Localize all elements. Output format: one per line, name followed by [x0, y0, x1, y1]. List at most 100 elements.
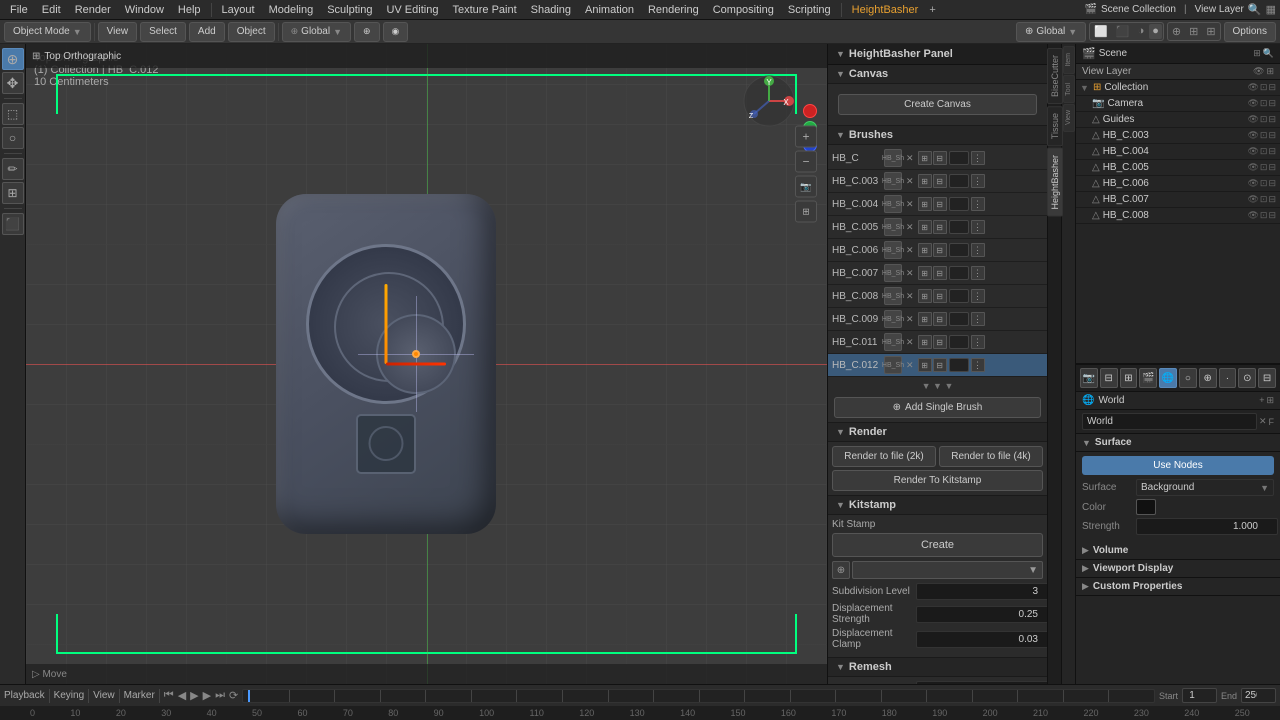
brush-link-4[interactable]: ⊟ — [933, 243, 947, 257]
brush-copy-2[interactable]: ⊞ — [918, 197, 932, 211]
remesh-section-header[interactable]: ▼ Remesh — [828, 658, 1047, 677]
sidebar-tab-tissue[interactable]: Tissue — [1047, 106, 1063, 146]
world-fake-user-icon[interactable]: F — [1269, 417, 1275, 427]
sidebar-tab-heightbasher[interactable]: HeightBasher — [1047, 148, 1063, 217]
render-4k-btn[interactable]: Render to file (4k) — [939, 446, 1043, 467]
brush-link-3[interactable]: ⊟ — [933, 220, 947, 234]
menu-help[interactable]: Help — [172, 2, 207, 18]
menu-window[interactable]: Window — [119, 2, 170, 18]
outliner-guides[interactable]: △ Guides 👁 ⊡ ⊟ — [1076, 112, 1280, 128]
prop-view-btn[interactable]: View — [1063, 104, 1075, 132]
prop-render-icon[interactable]: 📷 — [1080, 368, 1098, 388]
menu-file[interactable]: File — [4, 2, 34, 18]
prop-world-icon[interactable]: 🌐 — [1159, 368, 1177, 388]
kitstamp-section-header[interactable]: ▼ Kitstamp — [828, 496, 1047, 515]
brush-x-1[interactable]: ✕ — [904, 176, 916, 187]
timeline-bar[interactable] — [242, 689, 1155, 703]
brush-row-hbc005[interactable]: HB_C.005 HB_Sh ✕ ⊞ ⊟ ⋮ — [828, 216, 1047, 239]
kt-icon-1[interactable]: ⊕ — [832, 561, 850, 579]
brush-x-8[interactable]: ✕ — [904, 337, 916, 348]
brush-row-hbc004[interactable]: HB_C.004 HB_Sh ✕ ⊞ ⊟ ⋮ — [828, 193, 1047, 216]
outliner-filter-icon[interactable]: ⊞ — [1253, 48, 1261, 59]
prev-frame-btn[interactable]: ◀ — [178, 689, 186, 702]
menu-scripting[interactable]: Scripting — [782, 2, 837, 18]
brush-x-6[interactable]: ✕ — [904, 291, 916, 302]
orientation-selector[interactable]: ⊕ Global ▼ — [282, 22, 351, 42]
outliner-hbc004[interactable]: △ HB_C.004 👁 ⊡ ⊟ — [1076, 144, 1280, 160]
prop-modifier-icon[interactable]: ⊕ — [1199, 368, 1217, 388]
menu-compositing[interactable]: Compositing — [707, 2, 780, 18]
add-tab-btn[interactable]: + — [926, 4, 938, 16]
subdivision-value[interactable] — [916, 583, 1047, 600]
brush-row-hbc011[interactable]: HB_C.011 HB_Sh ✕ ⊞ ⊟ ⋮ — [828, 331, 1047, 354]
select-menu-btn[interactable]: Select — [140, 22, 186, 42]
sidebar-tab-bisecutter[interactable]: BiseCutter — [1047, 48, 1063, 104]
brush-menu-0[interactable]: ⋮ — [971, 151, 985, 165]
select-circle-tool[interactable]: ○ — [2, 127, 24, 149]
view-menu-btn[interactable]: View — [98, 22, 138, 42]
brush-value-2[interactable] — [949, 197, 969, 211]
outliner-hbc006[interactable]: △ HB_C.006 👁 ⊡ ⊟ — [1076, 176, 1280, 192]
vp-zoom-out-btn[interactable]: − — [795, 151, 817, 173]
canvas-section-header[interactable]: ▼ Canvas — [828, 65, 1047, 84]
brushes-section-header[interactable]: ▼ Brushes — [828, 126, 1047, 145]
prop-item-btn[interactable]: Item — [1063, 46, 1075, 74]
create-canvas-btn[interactable]: Create Canvas — [838, 94, 1037, 115]
add-menu-btn[interactable]: Add — [189, 22, 225, 42]
brush-value-8[interactable] — [949, 335, 969, 349]
custom-props-section-header[interactable]: ▶ Custom Properties — [1076, 578, 1280, 596]
brush-value-6[interactable] — [949, 289, 969, 303]
options-btn[interactable]: Options — [1224, 22, 1276, 42]
brush-x-3[interactable]: ✕ — [904, 222, 916, 233]
brush-copy-5[interactable]: ⊞ — [918, 266, 932, 280]
end-frame-input[interactable] — [1241, 688, 1276, 703]
mode-selector[interactable]: Object Mode ▼ — [4, 22, 91, 42]
solid-btn[interactable]: ⬛ — [1113, 24, 1133, 39]
brush-link-8[interactable]: ⊟ — [933, 335, 947, 349]
strength-input[interactable] — [1136, 518, 1278, 535]
col-eye[interactable]: 👁 — [1247, 82, 1258, 93]
brush-copy-6[interactable]: ⊞ — [918, 289, 932, 303]
prop-output-icon[interactable]: ⊟ — [1100, 368, 1118, 388]
outliner-camera[interactable]: 📷 Camera 👁 ⊡ ⊟ — [1076, 96, 1280, 112]
brush-link-5[interactable]: ⊟ — [933, 266, 947, 280]
overlay-btn[interactable]: ⊕ — [1169, 24, 1184, 39]
disp-strength-value[interactable] — [916, 606, 1047, 623]
panel-collapse-arrow[interactable]: ▼ — [836, 49, 845, 59]
brush-row-hbc003[interactable]: HB_C.003 HB_Sh ✕ ⊞ ⊟ ⋮ — [828, 170, 1047, 193]
kt-expand[interactable]: ▼ — [852, 561, 1043, 579]
brush-x-5[interactable]: ✕ — [904, 268, 916, 279]
brush-link-0[interactable]: ⊟ — [933, 151, 947, 165]
cam-eye[interactable]: 👁 — [1247, 98, 1258, 109]
outliner-hbc005[interactable]: △ HB_C.005 👁 ⊡ ⊟ — [1076, 160, 1280, 176]
brush-menu-4[interactable]: ⋮ — [971, 243, 985, 257]
jump-start-btn[interactable]: ⏮ — [164, 689, 174, 702]
menu-animation[interactable]: Animation — [579, 2, 640, 18]
brush-x-9[interactable]: ✕ — [904, 360, 916, 371]
prop-scene-icon[interactable]: 🎬 — [1139, 368, 1157, 388]
guides-eye[interactable]: 👁 — [1247, 114, 1258, 125]
loop-btn[interactable]: ⟳ — [229, 689, 238, 702]
outliner-collection[interactable]: ▼ ⊞ Collection 👁 ⊡ ⊟ — [1076, 80, 1280, 96]
prop-tool-btn[interactable]: Tool — [1063, 75, 1075, 103]
volume-section-header[interactable]: ▶ Volume — [1076, 542, 1280, 560]
brush-value-9[interactable] — [949, 358, 969, 372]
menu-rendering[interactable]: Rendering — [642, 2, 705, 18]
gizmo-btn[interactable]: ⊞ — [1186, 24, 1201, 39]
use-nodes-btn[interactable]: Use Nodes — [1082, 456, 1274, 475]
outliner-search-icon[interactable]: 🔍 — [1263, 48, 1274, 59]
prop-physics-icon[interactable]: ⊙ — [1238, 368, 1256, 388]
world-name-input[interactable] — [1082, 413, 1257, 430]
timeline-view-menu[interactable]: View — [93, 690, 115, 701]
brush-x-2[interactable]: ✕ — [904, 199, 916, 210]
brush-value-1[interactable] — [949, 174, 969, 188]
brush-row-hbc006[interactable]: HB_C.006 HB_Sh ✕ ⊞ ⊟ ⋮ — [828, 239, 1047, 262]
wireframe-btn[interactable]: ⬜ — [1091, 24, 1111, 39]
measure-tool[interactable]: ⊞ — [2, 182, 24, 204]
brush-value-7[interactable] — [949, 312, 969, 326]
brush-menu-1[interactable]: ⋮ — [971, 174, 985, 188]
brush-x-4[interactable]: ✕ — [904, 245, 916, 256]
cam-render[interactable]: ⊟ — [1268, 98, 1276, 109]
brush-row-hbc007[interactable]: HB_C.007 HB_Sh ✕ ⊞ ⊟ ⋮ — [828, 262, 1047, 285]
snapping-overlay-btn[interactable]: ⊞ — [1203, 24, 1218, 39]
